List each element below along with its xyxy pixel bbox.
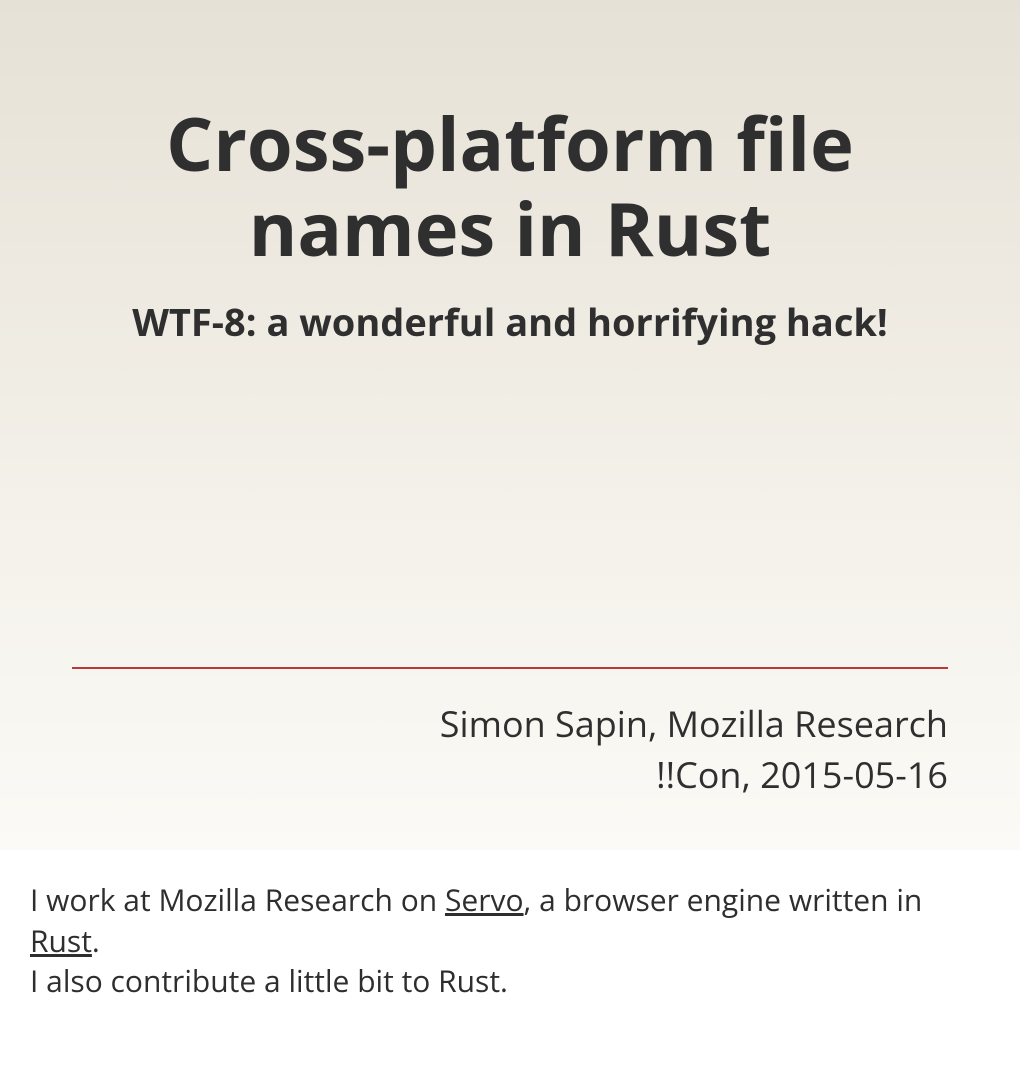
divider: [72, 667, 948, 669]
event-line: !!Con, 2015-05-16: [72, 750, 948, 800]
slide-title: Cross-platform file names in Rust: [72, 100, 948, 270]
servo-link[interactable]: Servo: [445, 879, 524, 920]
slide: Cross-platform file names in Rust WTF-8:…: [0, 0, 1020, 850]
notes-line-2: I also contribute a little bit to Rust.: [30, 961, 990, 1002]
author-line: Simon Sapin, Mozilla Research: [72, 699, 948, 749]
notes-text: .: [92, 920, 100, 961]
speaker-notes: I work at Mozilla Research on Servo, a b…: [0, 850, 1020, 1042]
notes-text: , a browser engine written in: [524, 879, 923, 920]
notes-text: I work at Mozilla Research on: [30, 879, 445, 920]
spacer: [72, 348, 948, 667]
byline: Simon Sapin, Mozilla Research !!Con, 201…: [72, 699, 948, 800]
rust-link[interactable]: Rust: [30, 920, 92, 961]
slide-subtitle: WTF-8: a wonderful and horrifying hack!: [72, 296, 948, 348]
notes-line-1: I work at Mozilla Research on Servo, a b…: [30, 880, 990, 961]
